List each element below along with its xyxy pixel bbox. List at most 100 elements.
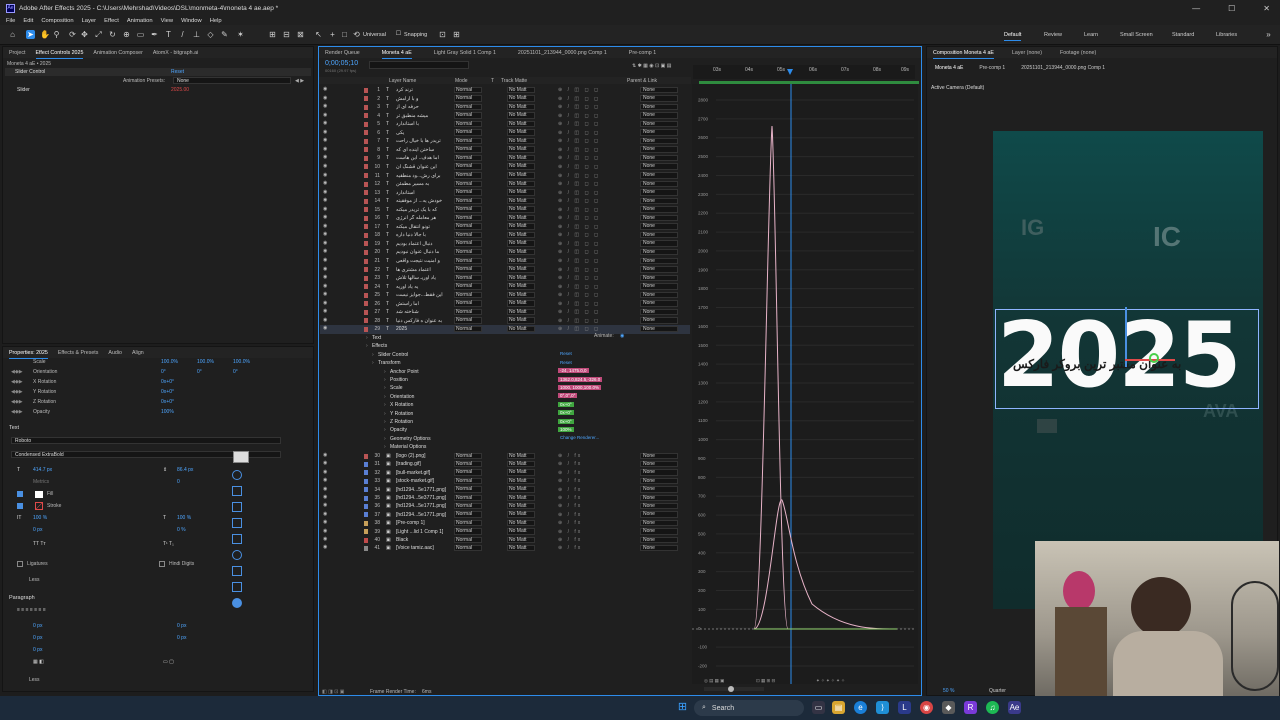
blend-mode-select[interactable]: Normal: [454, 95, 482, 102]
pan-behind-tool-icon[interactable]: ⊕: [122, 30, 131, 39]
layer-name[interactable]: اما هدف.. این هاست: [396, 155, 450, 161]
property-row[interactable]: › Slider Control Reset: [320, 351, 690, 360]
blend-mode-select[interactable]: Normal: [454, 137, 482, 145]
track-matte-select[interactable]: No Matt: [507, 248, 535, 256]
property-value[interactable]: -24, 1475.0,0: [558, 368, 589, 374]
track-matte-select[interactable]: No Matt: [507, 223, 535, 230]
app-l-icon[interactable]: L: [898, 701, 911, 714]
tool-strip-icon[interactable]: [232, 502, 242, 512]
label-color-swatch[interactable]: [364, 292, 368, 298]
label-color-swatch[interactable]: [364, 545, 368, 551]
property-row[interactable]: › Y Rotation 0x+0°: [320, 410, 690, 419]
track-matte-select[interactable]: No Matt: [507, 103, 535, 111]
layer-row[interactable]: ◉ 26 T اما راستش Normal No Matt ⊕ / ◫ ◻ ◻ None: [320, 300, 690, 309]
blend-mode-select[interactable]: Normal: [454, 477, 482, 485]
layer-row[interactable]: ◉ 40 ▣ Black Normal No Matt ⊕ / fx None: [320, 536, 690, 545]
menu-help[interactable]: Help: [210, 18, 222, 24]
menu-layer[interactable]: Layer: [82, 18, 97, 24]
blend-mode-select[interactable]: Normal: [454, 283, 482, 290]
blend-mode-select[interactable]: Normal: [454, 257, 482, 264]
tab-atomx[interactable]: AtomX - bitgraph.ai: [153, 50, 198, 56]
property-row[interactable]: › Anchor Point -24, 1475.0,0: [320, 368, 690, 377]
layer-name[interactable]: شناخته شد: [396, 309, 450, 315]
property-value[interactable]: Reset: [558, 360, 574, 365]
visibility-eye-icon[interactable]: ◉: [323, 181, 328, 186]
parent-select[interactable]: None: [640, 172, 678, 179]
track-matte-select[interactable]: No Matt: [507, 163, 535, 170]
timeline-bottom-icons[interactable]: ◧ ◨ ⊡ ▣: [322, 689, 345, 695]
layer-name[interactable]: [stock-market.gif]: [396, 478, 450, 484]
space-after-value[interactable]: 0 px: [177, 635, 186, 641]
property-name[interactable]: Transform: [378, 360, 401, 366]
keyframe-nav-icon[interactable]: ◀◆▶: [11, 379, 23, 385]
property-row[interactable]: › Material Options: [320, 443, 690, 452]
after-effects-taskbar-icon[interactable]: Ae: [1008, 701, 1021, 714]
scale-z-value[interactable]: 100.0%: [233, 359, 250, 365]
layer-row[interactable]: ◉ 9 T اما هدف.. این هاست Normal No Matt ⊕ / ◫ …: [320, 154, 690, 163]
twirl-arrow-icon[interactable]: ›: [384, 402, 386, 408]
layer-row[interactable]: ◉ 36 ▣ [hd1294...5e1771.png] Normal No Matt ⊕ …: [320, 502, 690, 511]
visibility-eye-icon[interactable]: ◉: [323, 486, 328, 492]
label-color-swatch[interactable]: [364, 495, 368, 501]
roto-tool-icon[interactable]: ✎: [220, 30, 229, 39]
layer-name[interactable]: به عنوان ه فارکس دنیا: [396, 318, 450, 324]
layer-switches[interactable]: ⊕ / fx: [558, 495, 582, 501]
spotify-icon[interactable]: ♫: [986, 701, 999, 714]
label-color-swatch[interactable]: [364, 318, 368, 324]
fill-color-swatch[interactable]: [35, 491, 43, 498]
label-color-swatch[interactable]: [364, 113, 368, 119]
workspace-standard[interactable]: Standard: [1172, 32, 1194, 38]
track-matte-select[interactable]: No Matt: [507, 86, 535, 93]
tab-composition[interactable]: Composition Moneta 4 aE: [933, 50, 994, 59]
layer-name[interactable]: [hd1294...5e3771.png]: [396, 495, 450, 501]
track-matte-select[interactable]: No Matt: [507, 544, 535, 552]
column-t[interactable]: T: [491, 78, 494, 84]
visibility-eye-icon[interactable]: ◉: [323, 198, 328, 203]
ligatures-checkbox[interactable]: [17, 561, 23, 567]
property-value[interactable]: 0x+0°: [558, 410, 574, 416]
layer-name[interactable]: اما راستش: [396, 301, 450, 307]
layer-name[interactable]: که با یک تریدر میکنه: [396, 207, 450, 213]
first-line-indent-value[interactable]: 0 px: [33, 647, 42, 653]
label-color-swatch[interactable]: [364, 284, 368, 290]
visibility-eye-icon[interactable]: ◉: [323, 275, 328, 280]
layer-row[interactable]: ◉ 27 T شناخته شد Normal No Matt ⊕ / ◫ ◻ ◻ None: [320, 308, 690, 317]
parent-select[interactable]: None: [640, 502, 678, 510]
label-color-swatch[interactable]: [364, 258, 368, 264]
keyframe-nav-icon[interactable]: ◀◆▶: [11, 389, 23, 395]
layer-name[interactable]: این عنوان قشنگ ان: [396, 164, 450, 170]
tab-moneta-4-ae[interactable]: Moneta 4 aE: [381, 50, 412, 59]
track-matte-select[interactable]: No Matt: [507, 112, 535, 119]
tsume-value[interactable]: 0 %: [177, 527, 186, 533]
clone-tool-icon[interactable]: ⊥: [192, 30, 201, 39]
layer-switches[interactable]: ⊕ / ◫ ◻ ◻: [558, 207, 600, 213]
visibility-eye-icon[interactable]: ◉: [323, 87, 328, 92]
zoom-slider[interactable]: [704, 686, 764, 692]
visibility-eye-icon[interactable]: ◉: [323, 258, 328, 263]
label-color-swatch[interactable]: [364, 87, 368, 93]
track-matte-select[interactable]: No Matt: [507, 206, 535, 213]
hand-tool-icon[interactable]: ✋: [40, 30, 50, 39]
twirl-arrow-icon[interactable]: ›: [384, 411, 386, 417]
layer-name[interactable]: و با آرامش: [396, 96, 450, 102]
track-matte-select[interactable]: No Matt: [507, 477, 535, 485]
parent-select[interactable]: None: [640, 257, 678, 264]
blend-mode-select[interactable]: Normal: [454, 325, 482, 333]
blend-mode-select[interactable]: Normal: [454, 86, 482, 93]
graph-editor[interactable]: 2800 2700 2600 2500 2400 2300 2200 2100 2000 1900…: [692, 84, 918, 684]
track-matte-select[interactable]: No Matt: [507, 291, 535, 299]
parent-select[interactable]: None: [640, 283, 678, 290]
visibility-eye-icon[interactable]: ◉: [323, 503, 328, 508]
visibility-eye-icon[interactable]: ◉: [323, 155, 328, 160]
tab-project[interactable]: Project: [9, 50, 26, 56]
visibility-eye-icon[interactable]: ◉: [323, 121, 328, 126]
layer-name[interactable]: یکی: [396, 130, 450, 136]
orbit-tool-icon[interactable]: ⟳: [68, 30, 77, 39]
track-matte-select[interactable]: No Matt: [507, 519, 535, 527]
rectangle-tool-icon[interactable]: ▭: [136, 30, 145, 39]
visibility-eye-icon[interactable]: ◉: [323, 95, 328, 101]
parent-select[interactable]: None: [640, 214, 678, 222]
property-name[interactable]: Slider Control: [378, 352, 408, 358]
eraser-tool-icon[interactable]: ◇: [206, 30, 215, 39]
track-matte-select[interactable]: No Matt: [507, 528, 535, 535]
